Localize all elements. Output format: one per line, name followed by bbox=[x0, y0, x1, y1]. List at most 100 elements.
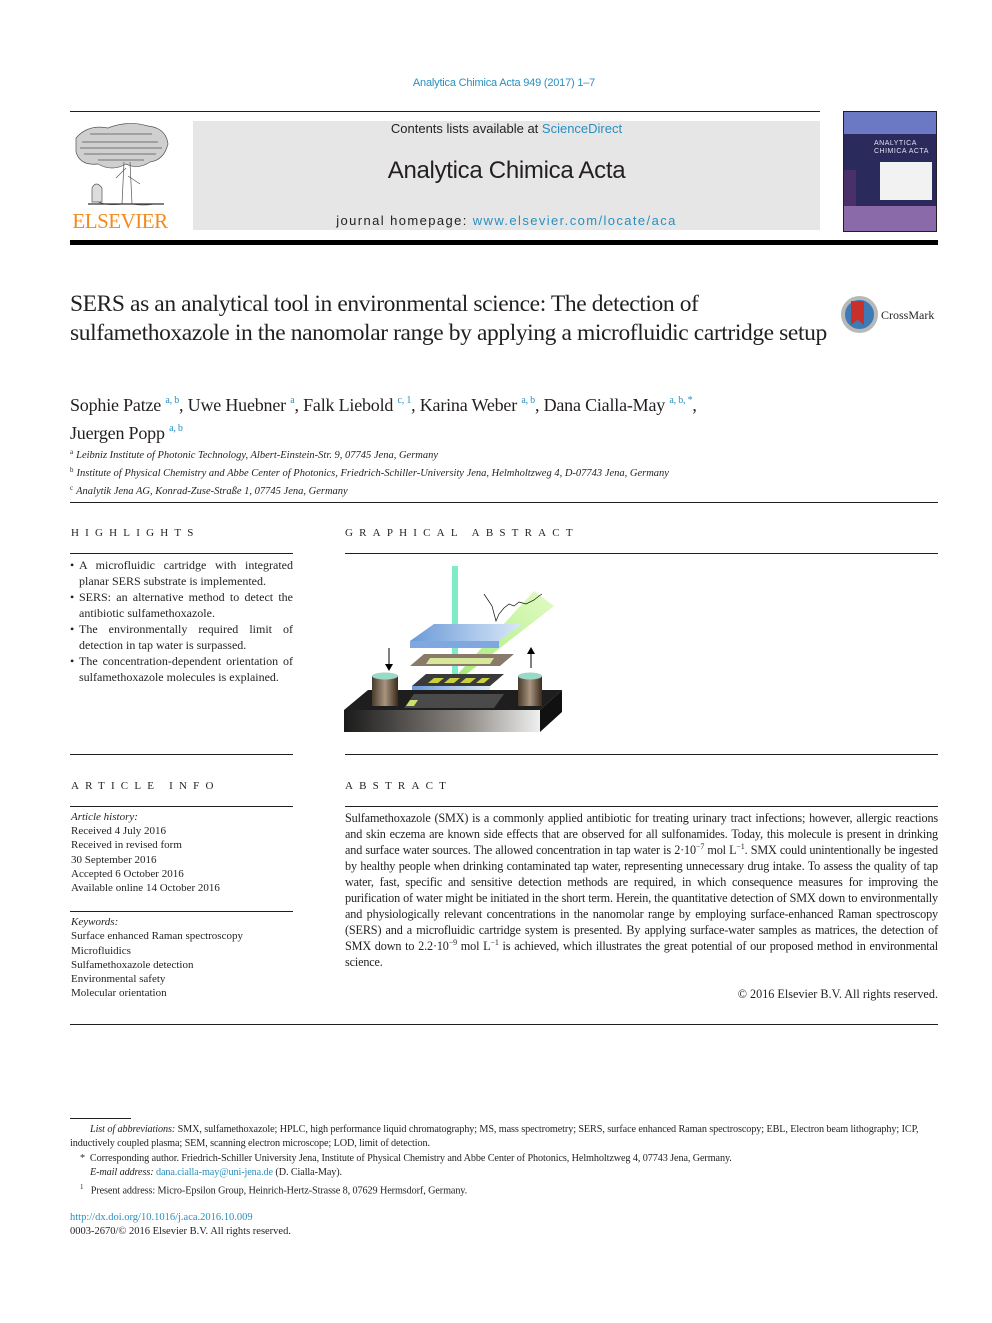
history-entry: Available online 14 October 2016 bbox=[71, 882, 220, 895]
affiliations: a Leibniz Institute of Photonic Technolog… bbox=[70, 445, 930, 499]
abstract-segment: . SMX could unintentionally be ingested … bbox=[345, 843, 938, 953]
abstract-bottom-rule bbox=[70, 1024, 938, 1025]
author-separator: , bbox=[692, 395, 697, 415]
corresponding-author-footnote: * Corresponding author. Friedrich-Schill… bbox=[70, 1152, 938, 1166]
author-affiliation-marker[interactable]: a, b bbox=[165, 395, 179, 406]
history-entry: Received 4 July 2016 bbox=[71, 825, 167, 838]
cover-title: ANALYTICA CHIMICA ACTA bbox=[874, 140, 929, 156]
cover-title-line1: ANALYTICA bbox=[874, 140, 917, 147]
author[interactable]: Karina Weber bbox=[420, 395, 517, 415]
affiliation-a: a Leibniz Institute of Photonic Technolog… bbox=[70, 445, 930, 463]
author-separator: , bbox=[534, 395, 544, 415]
graphical-abstract-rule bbox=[345, 553, 938, 554]
keywords: Keywords: Surface enhanced Raman spectro… bbox=[71, 915, 294, 1001]
microfluidic-setup-illustration bbox=[344, 566, 562, 732]
highlight-item: The concentration-dependent orientation … bbox=[70, 653, 293, 685]
graphical-abstract-figure[interactable] bbox=[344, 566, 574, 738]
author-separator: , bbox=[411, 395, 420, 415]
sers-substrate bbox=[412, 674, 504, 686]
author-affiliation-marker[interactable]: a, b bbox=[169, 423, 183, 434]
cover-top-band bbox=[844, 112, 936, 134]
keyword: Environmental safety bbox=[71, 973, 166, 986]
affiliation-key: b bbox=[70, 466, 74, 474]
journal-homepage-link[interactable]: www.elsevier.com/locate/aca bbox=[473, 213, 677, 228]
keywords-rule bbox=[70, 911, 293, 912]
article-history: Article history: Received 4 July 2016 Re… bbox=[71, 810, 294, 895]
cover-illustration bbox=[880, 162, 932, 200]
outlet-reservoir bbox=[518, 676, 542, 706]
elsevier-tree-icon bbox=[75, 123, 169, 206]
author-list: Sophie Patze a, b, Uwe Huebner a, Falk L… bbox=[70, 389, 850, 445]
cover-side-band bbox=[844, 170, 856, 208]
highlights-list: A microfluidic cartridge with integrated… bbox=[70, 557, 293, 685]
footnote-rule bbox=[70, 1118, 131, 1119]
highlights-rule bbox=[70, 553, 293, 554]
footnote-mark: 1 bbox=[80, 1183, 84, 1192]
title-block-rule bbox=[70, 502, 938, 503]
history-entry: Accepted 6 October 2016 bbox=[71, 867, 184, 880]
inlet-reservoir bbox=[372, 676, 398, 706]
author[interactable]: Uwe Huebner bbox=[188, 395, 286, 415]
crossmark-badge[interactable]: CrossMark bbox=[841, 296, 941, 336]
homepage-prefix: journal homepage: bbox=[336, 213, 473, 228]
email-suffix: (D. Cialla-May). bbox=[272, 1166, 342, 1178]
author[interactable]: Juergen Popp bbox=[70, 423, 165, 443]
cartridge-base-front bbox=[344, 710, 540, 732]
exponent: −7 bbox=[695, 842, 705, 851]
author[interactable]: Dana Cialla-May bbox=[544, 395, 666, 415]
contents-available-line: Contents lists available at ScienceDirec… bbox=[193, 121, 820, 136]
footnotes: List of abbreviations: SMX, sulfamethoxa… bbox=[70, 1123, 938, 1199]
abstract-rule bbox=[345, 806, 938, 807]
present-address-text: Present address: Micro-Epsilon Group, He… bbox=[90, 1185, 468, 1197]
cover-bottom-band bbox=[844, 206, 936, 231]
header-thick-rule bbox=[70, 240, 938, 245]
email-link[interactable]: dana.cialla-may@uni-jena.de bbox=[156, 1167, 273, 1178]
author[interactable]: Sophie Patze bbox=[70, 395, 161, 415]
email-label: E-mail address: bbox=[90, 1166, 154, 1178]
author-affiliation-marker[interactable]: a, b bbox=[521, 395, 535, 406]
abstract-segment: mol L bbox=[456, 939, 491, 953]
author-separator: , bbox=[179, 395, 188, 415]
affiliation-text: Institute of Physical Chemistry and Abbe… bbox=[76, 468, 669, 479]
elsevier-wordmark: ELSEVIER bbox=[72, 209, 168, 233]
author-affiliation-marker[interactable]: a, b, * bbox=[669, 395, 692, 406]
exponent: −9 bbox=[448, 938, 457, 947]
elsevier-logo[interactable]: ELSEVIER bbox=[68, 118, 172, 234]
keyword: Sulfamethoxazole detection bbox=[71, 958, 194, 971]
abstract-text: Sulfamethoxazole (SMX) is a commonly app… bbox=[345, 810, 938, 970]
highlights-bottom-rule bbox=[70, 754, 293, 755]
abbreviations-footnote: List of abbreviations: SMX, sulfamethoxa… bbox=[70, 1123, 938, 1152]
journal-cover-thumbnail[interactable]: ANALYTICA CHIMICA ACTA bbox=[843, 111, 937, 232]
author-affiliation-marker[interactable]: c, 1 bbox=[398, 395, 412, 406]
abstract-copyright: © 2016 Elsevier B.V. All rights reserved… bbox=[737, 987, 938, 1001]
sciencedirect-link[interactable]: ScienceDirect bbox=[542, 121, 622, 136]
affiliation-text: Analytik Jena AG, Konrad-Zuse-Straße 1, … bbox=[76, 486, 348, 497]
cover-title-line2: CHIMICA ACTA bbox=[874, 148, 929, 155]
present-address-footnote: 1 Present address: Micro-Epsilon Group, … bbox=[70, 1180, 938, 1199]
doi-link[interactable]: http://dx.doi.org/10.1016/j.aca.2016.10.… bbox=[70, 1211, 253, 1225]
highlight-item: A microfluidic cartridge with integrated… bbox=[70, 557, 293, 589]
article-info-heading: ARTICLE INFO bbox=[71, 780, 220, 792]
abstract-heading: ABSTRACT bbox=[345, 780, 453, 792]
highlight-item: SERS: an alternative method to detect th… bbox=[70, 589, 293, 621]
affiliation-key: a bbox=[70, 448, 74, 456]
affiliation-c: c Analytik Jena AG, Konrad-Zuse-Straße 1,… bbox=[70, 481, 930, 499]
affiliation-key: c bbox=[70, 484, 74, 492]
email-footnote: E-mail address: dana.cialla-may@uni-jena… bbox=[70, 1166, 938, 1180]
history-label: Article history: bbox=[71, 811, 138, 823]
affiliation-b: b Institute of Physical Chemistry and Abb… bbox=[70, 463, 930, 481]
history-entry: 30 September 2016 bbox=[71, 853, 157, 866]
graphical-abstract-heading: GRAPHICAL ABSTRACT bbox=[345, 527, 579, 539]
corresponding-text: Corresponding author. Friedrich-Schiller… bbox=[89, 1152, 732, 1164]
history-entry: Received in revised form bbox=[71, 839, 182, 852]
journal-homepage-line: journal homepage: www.elsevier.com/locat… bbox=[193, 213, 820, 228]
exponent: −1 bbox=[490, 938, 499, 947]
keyword: Surface enhanced Raman spectroscopy bbox=[71, 930, 243, 943]
graphical-abstract-bottom-rule bbox=[345, 754, 938, 755]
contents-prefix: Contents lists available at bbox=[390, 121, 542, 136]
keyword: Molecular orientation bbox=[71, 987, 167, 1000]
author[interactable]: Falk Liebold bbox=[303, 395, 393, 415]
affiliation-text: Leibniz Institute of Photonic Technology… bbox=[76, 450, 439, 461]
journal-reference-link[interactable]: Analytica Chimica Acta 949 (2017) 1–7 bbox=[0, 77, 992, 89]
author-separator: , bbox=[294, 395, 304, 415]
